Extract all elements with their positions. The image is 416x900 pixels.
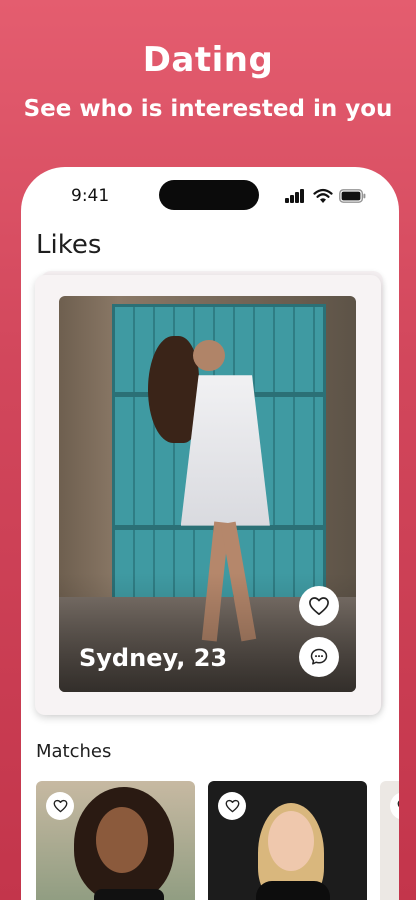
person-hair bbox=[148, 335, 199, 443]
dynamic-island bbox=[159, 180, 259, 210]
heart-icon bbox=[225, 799, 239, 813]
chat-icon bbox=[310, 648, 328, 665]
battery-icon bbox=[339, 189, 366, 203]
signal-icon bbox=[285, 189, 307, 203]
status-icons bbox=[285, 188, 367, 203]
match-like-button[interactable] bbox=[46, 792, 74, 820]
status-bar: 9:41 bbox=[21, 167, 399, 227]
likes-title: Likes bbox=[36, 230, 102, 260]
like-button[interactable] bbox=[299, 586, 339, 626]
heart-icon bbox=[309, 597, 329, 615]
heart-icon bbox=[53, 799, 67, 813]
match-like-button[interactable] bbox=[218, 792, 246, 820]
matches-title: Matches bbox=[36, 741, 112, 762]
profile-name-age: Sydney, 23 bbox=[79, 644, 228, 672]
promo-subtitle: See who is interested in you bbox=[23, 96, 393, 122]
match-card[interactable] bbox=[380, 781, 399, 900]
heart-icon bbox=[397, 800, 399, 809]
profile-photo[interactable]: Sydney, 23 bbox=[59, 296, 356, 692]
match-card[interactable] bbox=[208, 781, 367, 900]
wifi-icon bbox=[313, 188, 333, 203]
like-card[interactable]: Sydney, 23 bbox=[35, 275, 381, 715]
phone-frame: 9:41 Likes Sydney, 23 Matches bbox=[21, 167, 399, 900]
match-card[interactable] bbox=[36, 781, 195, 900]
promo-title: Dating bbox=[142, 40, 274, 80]
message-button[interactable] bbox=[299, 637, 339, 677]
status-time: 9:41 bbox=[71, 186, 110, 206]
match-like-button[interactable] bbox=[390, 792, 399, 820]
